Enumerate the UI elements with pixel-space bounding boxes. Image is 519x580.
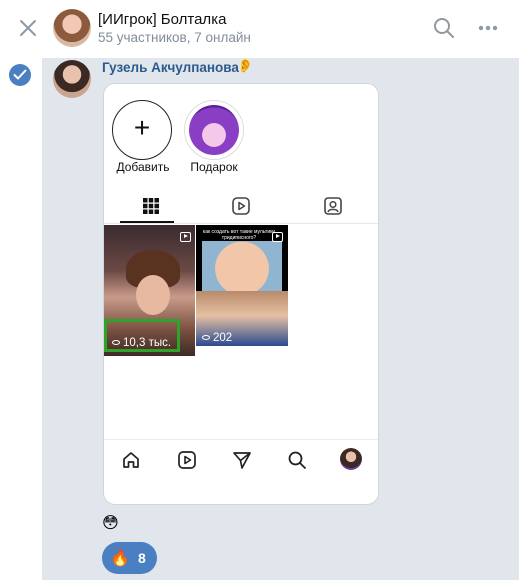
selection-gutter <box>0 58 42 580</box>
highlight-box <box>104 319 180 352</box>
chat-header: [ИИгрок] Болталка 55 участников, 7 онлай… <box>0 0 519 58</box>
close-icon[interactable] <box>18 18 38 38</box>
story-add-label: Добавить <box>116 160 170 174</box>
more-icon[interactable] <box>478 25 498 31</box>
video-icon <box>180 232 191 242</box>
eye-icon <box>202 335 210 341</box>
sender-avatar[interactable] <box>53 60 91 98</box>
post-views-2-text: 202 <box>213 332 233 344</box>
sender-emoji: 👂 <box>237 58 254 73</box>
reels-icon[interactable] <box>231 196 251 216</box>
chat-avatar[interactable] <box>53 9 91 47</box>
profile-avatar-icon[interactable] <box>340 448 362 470</box>
reels-nav-icon[interactable] <box>177 450 197 470</box>
story-add-button[interactable]: + <box>112 100 172 160</box>
tagged-icon[interactable] <box>323 196 343 216</box>
chat-members-count[interactable]: 55 участников, 7 онлайн <box>98 30 251 45</box>
post-thumbnail-2[interactable]: как создать вот такие мультики тридиписн… <box>196 225 288 346</box>
story-gift-label: Подарок <box>190 160 238 174</box>
message-emoji: 😳 <box>102 515 119 532</box>
send-icon[interactable] <box>232 450 252 470</box>
story-gift-button[interactable] <box>184 100 244 160</box>
profile-tabs <box>104 188 378 224</box>
home-icon[interactable] <box>121 450 141 470</box>
fire-icon: 🔥 <box>110 550 130 567</box>
reaction-count: 8 <box>138 550 146 566</box>
grid-icon[interactable] <box>141 196 161 216</box>
thumbnail-face <box>136 275 170 315</box>
thumbnail-image <box>202 241 282 291</box>
post-caption-2: как создать вот такие мультики тридиписн… <box>202 229 276 241</box>
gift-icon <box>189 105 239 155</box>
video-icon <box>272 232 283 242</box>
plus-icon: + <box>133 112 151 143</box>
reaction-button[interactable]: 🔥 8 <box>102 542 157 574</box>
search-nav-icon[interactable] <box>287 450 307 470</box>
sender-name[interactable]: Гузель Акчулпанова <box>102 60 239 75</box>
bottom-nav <box>104 439 378 475</box>
search-icon[interactable] <box>433 17 455 39</box>
post-views-2: 202 <box>202 332 232 344</box>
active-tab-indicator <box>120 221 174 223</box>
selected-check-icon[interactable] <box>9 64 31 86</box>
chat-title[interactable]: [ИИгрок] Болталка <box>98 11 226 28</box>
attached-screenshot[interactable]: + Добавить Подарок 10,3 тыс. как создать <box>103 83 379 505</box>
